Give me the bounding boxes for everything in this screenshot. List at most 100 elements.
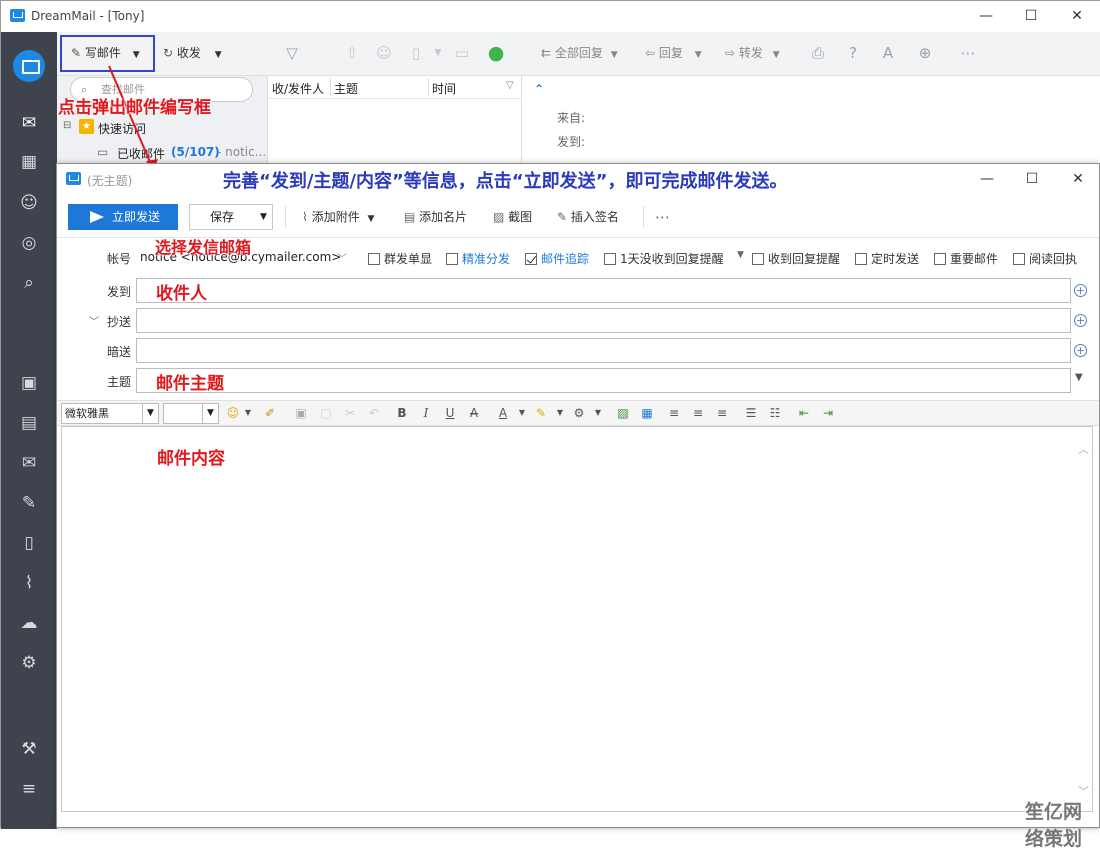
option-tracking[interactable]: 邮件追踪 [525,250,589,267]
reply-button[interactable]: ⇦ 回复 ▼ [645,42,702,64]
to-input[interactable] [136,278,1071,303]
chevron-down-icon[interactable]: ▼ [552,405,568,421]
search-icon[interactable]: ⌕ [18,272,40,294]
compose-maximize-button[interactable]: ☐ [1017,168,1047,190]
more-icon[interactable]: ⋯ [655,204,670,230]
checkbox[interactable] [934,253,946,265]
font-family-select[interactable]: 微软雅黑 ▼ [61,403,159,424]
highlight-icon[interactable]: ✎ [533,405,549,421]
numbered-list-icon[interactable]: ☰ [743,405,759,421]
align-right-icon[interactable]: ≡ [714,405,730,421]
indent-icon[interactable]: ⇥ [820,405,836,421]
chevron-down-icon[interactable]: ﹀ [337,250,347,265]
option-bulk-single[interactable]: 群发单显 [368,250,432,267]
option-precise[interactable]: 精准分发 [446,250,510,267]
receive-button[interactable]: ↻ 收发 ▼ [163,42,222,64]
compose-close-button[interactable]: ✕ [1063,168,1093,190]
format-icon[interactable]: ⚙ [571,405,587,421]
cut-icon[interactable]: ✂ [342,405,358,421]
compose-minimize-button[interactable]: — [972,168,1002,190]
scroll-up-icon[interactable]: ︿ [1078,441,1089,457]
column-subject[interactable]: 主题 [334,80,358,97]
minimize-button[interactable]: — [971,5,1001,27]
insert-image-icon[interactable]: ▨ [615,405,631,421]
message-body-editor[interactable]: 邮件内容 ︿ ﹀ [61,426,1093,812]
checkbox[interactable] [446,253,458,265]
add-bcc-icon[interactable]: + [1074,344,1087,357]
priority-dropdown-icon[interactable]: ▼ [1075,372,1083,383]
paste-icon[interactable]: ▣ [293,405,309,421]
help-icon[interactable]: ? [844,44,862,62]
more-icon[interactable]: ⋯ [959,44,977,62]
maximize-button[interactable]: ☐ [1016,5,1046,27]
align-center-icon[interactable]: ≡ [690,405,706,421]
align-left-icon[interactable]: ≡ [666,405,682,421]
address-book-icon[interactable]: ▤ [18,412,40,434]
checkbox-checked[interactable] [525,253,537,265]
attachment-icon[interactable]: ⌇ [18,572,40,594]
subject-input[interactable] [136,368,1071,393]
print-icon[interactable]: ⎙ [809,44,827,62]
user-icon[interactable]: ☺ [375,44,393,62]
outdent-icon[interactable]: ⇤ [796,405,812,421]
filter-icon[interactable]: ▽ [283,44,301,62]
wrench-icon[interactable]: ⚒ [18,738,40,760]
cloud-icon[interactable]: ☁ [18,612,40,634]
chevron-down-icon[interactable]: ▼ [240,405,256,421]
italic-icon[interactable]: I [418,405,434,421]
column-sender[interactable]: 收/发件人 [272,80,324,97]
settings-icon[interactable]: ⚙ [18,652,40,674]
column-time[interactable]: 时间 [432,80,456,97]
checkbox[interactable] [368,253,380,265]
close-button[interactable]: ✕ [1062,5,1092,27]
insert-table-icon[interactable]: ▦ [639,405,655,421]
undo-icon[interactable]: ↶ [366,405,382,421]
sort-icon[interactable]: ▽ [506,80,514,91]
upload-icon[interactable]: ⇧ [343,44,361,62]
collapse-icon[interactable]: ⊟ [63,120,71,131]
checkbox[interactable] [604,253,616,265]
checkbox[interactable] [855,253,867,265]
option-read-receipt[interactable]: 阅读回执 [1013,250,1077,267]
strikethrough-icon[interactable]: A [466,405,482,421]
reply-all-button[interactable]: ⇇ 全部回复 ▼ [541,42,618,64]
bold-icon[interactable]: B [394,405,410,421]
bcc-input[interactable] [136,338,1071,363]
add-card-button[interactable]: ▤ 添加名片 [404,204,467,230]
screenshot-button[interactable]: ▨ 截图 [493,204,532,230]
delete-icon[interactable]: ▯ [407,44,425,62]
option-scheduled[interactable]: 定时发送 [855,250,919,267]
status-circle-icon[interactable]: ● [487,44,505,63]
attach-button[interactable]: ⌇ 添加附件 ▼ [302,204,374,230]
contacts-icon[interactable]: ☺ [18,192,40,214]
underline-icon[interactable]: U [442,405,458,421]
chevron-down-icon[interactable]: ▼ [429,44,447,62]
copy-icon[interactable]: ▢ [318,405,334,421]
font-icon[interactable]: A [879,44,897,62]
font-color-icon[interactable]: A [495,405,511,421]
option-reply-notify[interactable]: 收到回复提醒 [752,250,840,267]
calendar-icon[interactable]: ▣ [18,372,40,394]
option-important[interactable]: 重要邮件 [934,250,998,267]
note-icon[interactable]: ▯ [18,532,40,554]
checkbox[interactable] [752,253,764,265]
zoom-icon[interactable]: ⊕ [916,44,934,62]
collapse-header-icon[interactable]: ⌃ [534,82,544,96]
menu-icon[interactable]: ≡ [18,778,40,800]
save-button[interactable]: 保存 ▼ [189,204,273,230]
chevron-down-icon[interactable]: ▼ [590,405,606,421]
forward-button[interactable]: ⇨ 转发 ▼ [725,42,780,64]
emoji-icon[interactable]: ☺ [225,405,241,421]
checkbox[interactable] [1013,253,1025,265]
chevron-down-icon[interactable]: ▼ [514,405,530,421]
send-now-button[interactable]: 立即发送 [68,204,178,230]
mail-filter-icon[interactable]: ✉ [18,452,40,474]
option-reply-reminder-1day[interactable]: 1天没收到回复提醒 [604,250,724,267]
calendar-grid-icon[interactable]: ▦ [18,151,40,173]
mail-icon[interactable]: ✉ [18,112,40,134]
chevron-down-icon[interactable]: ▼ [737,250,744,260]
add-recipient-icon[interactable]: + [1074,284,1087,297]
pen-icon[interactable]: ✎ [18,492,40,514]
globe-icon[interactable]: ◎ [18,232,40,254]
cc-input[interactable] [136,308,1071,333]
